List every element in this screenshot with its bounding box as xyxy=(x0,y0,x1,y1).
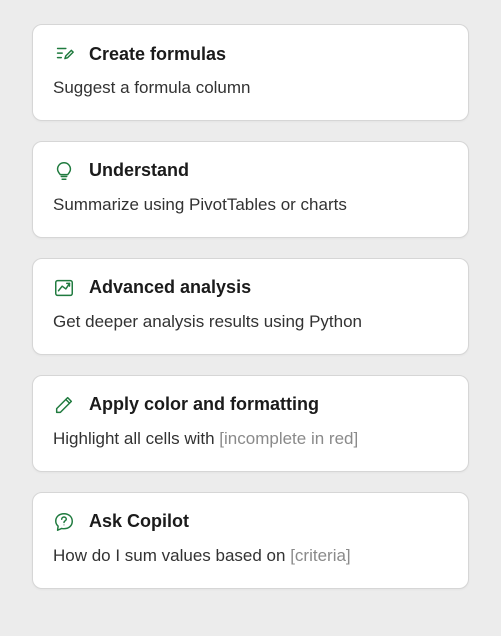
card-desc: Summarize using PivotTables or charts xyxy=(53,194,448,217)
card-title: Apply color and formatting xyxy=(89,394,319,415)
card-ask-copilot[interactable]: Ask Copilot How do I sum values based on… xyxy=(32,492,469,589)
lightbulb-icon xyxy=(53,160,75,182)
card-title: Ask Copilot xyxy=(89,511,189,532)
card-header: Create formulas xyxy=(53,43,448,65)
card-header: Ask Copilot xyxy=(53,511,448,533)
card-desc-text: Highlight all cells with xyxy=(53,429,219,448)
card-desc-text: Get deeper analysis results using Python xyxy=(53,312,362,331)
question-chat-icon xyxy=(53,511,75,533)
card-desc: Get deeper analysis results using Python xyxy=(53,311,448,334)
card-advanced-analysis[interactable]: Advanced analysis Get deeper analysis re… xyxy=(32,258,469,355)
formula-edit-icon xyxy=(53,43,75,65)
card-desc: Highlight all cells with [incomplete in … xyxy=(53,428,448,451)
suggestion-cards-panel: Create formulas Suggest a formula column… xyxy=(0,0,501,613)
card-desc-text: How do I sum values based on xyxy=(53,546,290,565)
card-desc-text: Summarize using PivotTables or charts xyxy=(53,195,347,214)
card-header: Advanced analysis xyxy=(53,277,448,299)
card-desc-text: Suggest a formula column xyxy=(53,78,251,97)
analysis-icon xyxy=(53,277,75,299)
card-apply-formatting[interactable]: Apply color and formatting Highlight all… xyxy=(32,375,469,472)
card-desc-hint: [incomplete in red] xyxy=(219,429,358,448)
card-header: Apply color and formatting xyxy=(53,394,448,416)
card-create-formulas[interactable]: Create formulas Suggest a formula column xyxy=(32,24,469,121)
card-header: Understand xyxy=(53,160,448,182)
card-title: Understand xyxy=(89,160,189,181)
card-title: Advanced analysis xyxy=(89,277,251,298)
card-desc-hint: [criteria] xyxy=(290,546,350,565)
card-desc: Suggest a formula column xyxy=(53,77,448,100)
card-understand[interactable]: Understand Summarize using PivotTables o… xyxy=(32,141,469,238)
pencil-icon xyxy=(53,394,75,416)
card-title: Create formulas xyxy=(89,44,226,65)
card-desc: How do I sum values based on [criteria] xyxy=(53,545,448,568)
